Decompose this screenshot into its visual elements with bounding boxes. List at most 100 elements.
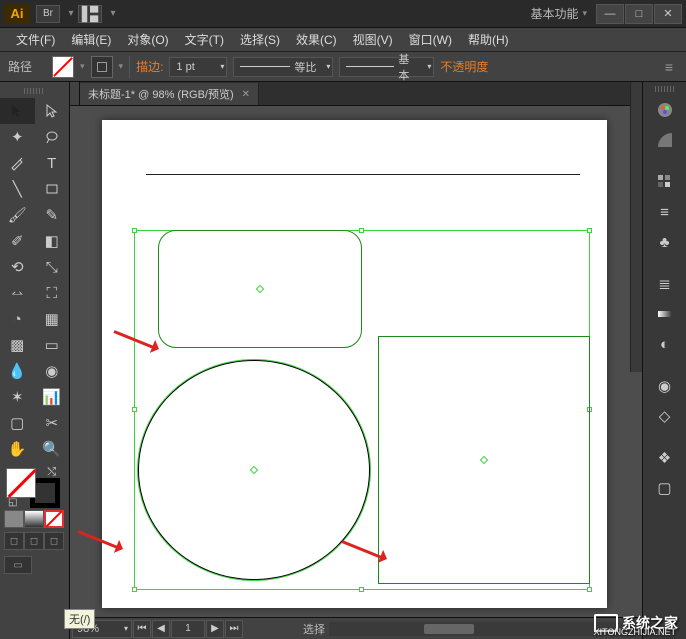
gradient-panel-icon[interactable] <box>648 300 682 328</box>
paintbrush-tool[interactable]: 🖌 <box>0 202 35 228</box>
prev-artboard-button[interactable]: ◀ <box>152 620 170 638</box>
artboard-tool[interactable]: ▢ <box>0 410 35 436</box>
pencil-tool[interactable]: ✎ <box>35 202 70 228</box>
hand-tool[interactable]: ✋ <box>0 436 35 462</box>
direct-selection-tool[interactable] <box>35 98 70 124</box>
stroke-label[interactable]: 描边: <box>136 58 163 75</box>
selection-handle[interactable] <box>359 587 364 592</box>
gradient-mode-button[interactable] <box>24 510 44 528</box>
selection-handle[interactable] <box>359 228 364 233</box>
appearance-panel-icon[interactable]: ◉ <box>648 372 682 400</box>
rotate-tool[interactable]: ⟲ <box>0 254 35 280</box>
fill-indicator[interactable] <box>6 468 36 498</box>
bridge-button[interactable]: Br <box>36 5 60 23</box>
scale-tool[interactable]: ⤡ <box>35 254 70 280</box>
magic-wand-tool[interactable]: ✦ <box>0 124 35 150</box>
slice-tool[interactable]: ✂ <box>35 410 70 436</box>
color-guide-panel-icon[interactable] <box>648 126 682 154</box>
graphic-styles-panel-icon[interactable]: ◇ <box>648 402 682 430</box>
gradient-tool[interactable]: ▭ <box>35 332 70 358</box>
selection-tool[interactable] <box>0 98 35 124</box>
line-object[interactable] <box>146 174 580 175</box>
screen-mode-button[interactable]: ▭ <box>4 556 32 574</box>
default-fill-stroke-icon[interactable]: ◱ <box>8 497 17 508</box>
maximize-button[interactable]: □ <box>625 4 653 24</box>
selection-handle[interactable] <box>132 228 137 233</box>
menu-select[interactable]: 选择(S) <box>232 31 288 48</box>
close-button[interactable]: ✕ <box>654 4 682 24</box>
variable-width-profile-dropdown[interactable]: 等比 <box>233 57 333 77</box>
swatches-panel-icon[interactable] <box>648 168 682 196</box>
eyedropper-tool[interactable]: 💧 <box>0 358 35 384</box>
panel-grip[interactable] <box>655 86 674 92</box>
type-tool[interactable]: T <box>35 150 70 176</box>
draw-normal-button[interactable]: ◻ <box>4 532 24 550</box>
line-segment-tool[interactable]: ╲ <box>0 176 35 202</box>
brushes-panel-icon[interactable]: ≡ <box>648 198 682 226</box>
layers-panel-icon[interactable]: ❖ <box>648 444 682 472</box>
stroke-dropdown-icon[interactable]: ▾ <box>119 61 124 72</box>
color-panel-icon[interactable] <box>648 96 682 124</box>
first-artboard-button[interactable]: ⏮ <box>133 620 151 638</box>
menu-effect[interactable]: 效果(C) <box>288 31 345 48</box>
blend-tool[interactable]: ◉ <box>35 358 70 384</box>
symbol-sprayer-tool[interactable]: ✶ <box>0 384 35 410</box>
pen-tool[interactable] <box>0 150 35 176</box>
none-mode-button[interactable] <box>44 510 64 528</box>
lasso-tool[interactable] <box>35 124 70 150</box>
close-tab-icon[interactable]: ✕ <box>242 89 250 100</box>
rectangle-tool[interactable] <box>35 176 70 202</box>
hscroll-thumb[interactable] <box>424 624 474 634</box>
draw-inside-button[interactable]: ◻ <box>44 532 64 550</box>
symbols-panel-icon[interactable]: ♣ <box>648 228 682 256</box>
selection-handle[interactable] <box>132 407 137 412</box>
eraser-tool[interactable]: ◧ <box>35 228 70 254</box>
selection-handle[interactable] <box>587 228 592 233</box>
shape-builder-tool[interactable]: ◔ <box>0 306 35 332</box>
transparency-panel-icon[interactable]: ◐ <box>648 330 682 358</box>
menu-file[interactable]: 文件(F) <box>8 31 63 48</box>
zoom-tool[interactable]: 🔍 <box>35 436 70 462</box>
color-mode-button[interactable] <box>4 510 24 528</box>
artboards-panel-icon[interactable]: ▢ <box>648 474 682 502</box>
document-tab[interactable]: 未标题-1* @ 98% (RGB/预览) ✕ <box>80 83 259 105</box>
perspective-grid-tool[interactable]: ▦ <box>35 306 70 332</box>
selection-handle[interactable] <box>132 587 137 592</box>
last-artboard-button[interactable]: ⏭ <box>225 620 243 638</box>
menu-help[interactable]: 帮助(H) <box>460 31 517 48</box>
stroke-panel-icon[interactable]: ≣ <box>648 270 682 298</box>
menu-type[interactable]: 文字(T) <box>177 31 232 48</box>
free-transform-tool[interactable]: ⛶ <box>35 280 70 306</box>
artboard-nav-field[interactable]: 1 <box>171 620 205 638</box>
opacity-label[interactable]: 不透明度 <box>440 58 488 75</box>
menu-edit[interactable]: 编辑(E) <box>63 31 119 48</box>
blob-brush-tool[interactable]: ✐ <box>0 228 35 254</box>
swap-fill-stroke-icon[interactable]: ⤭ <box>47 466 56 479</box>
selection-handle[interactable] <box>587 587 592 592</box>
fill-stroke-indicator[interactable]: ⤭ ◱ <box>4 466 64 508</box>
fill-swatch[interactable] <box>52 56 74 78</box>
next-artboard-button[interactable]: ▶ <box>206 620 224 638</box>
brush-definition-dropdown[interactable]: 基本 <box>339 57 434 77</box>
canvas[interactable]: ▲ ▼ <box>70 106 686 617</box>
menu-object[interactable]: 对象(O) <box>119 31 176 48</box>
arrange-documents-button[interactable] <box>78 5 102 23</box>
stroke-swatch[interactable] <box>91 56 113 78</box>
column-graph-tool[interactable]: 📊 <box>35 384 70 410</box>
toolbox-grip[interactable] <box>24 88 45 94</box>
menu-view[interactable]: 视图(V) <box>345 31 401 48</box>
minimize-button[interactable]: — <box>596 4 624 24</box>
draw-behind-button[interactable]: ◻ <box>24 532 44 550</box>
workspace-dropdown-icon[interactable]: ▾ <box>582 8 587 19</box>
control-panel-menu[interactable]: ≡ <box>660 59 678 75</box>
fill-dropdown-icon[interactable]: ▾ <box>80 61 85 72</box>
ellipse-object[interactable] <box>138 360 370 580</box>
rounded-rect-object[interactable] <box>158 230 362 348</box>
workspace-switcher[interactable]: 基本功能 <box>526 5 582 22</box>
right-panel-edge[interactable] <box>630 82 642 372</box>
mesh-tool[interactable]: ▩ <box>0 332 35 358</box>
stroke-weight-dropdown[interactable]: 1 pt <box>169 57 227 77</box>
rect-object[interactable] <box>378 336 590 584</box>
width-tool[interactable]: ⥎ <box>0 280 35 306</box>
menu-window[interactable]: 窗口(W) <box>401 31 460 48</box>
